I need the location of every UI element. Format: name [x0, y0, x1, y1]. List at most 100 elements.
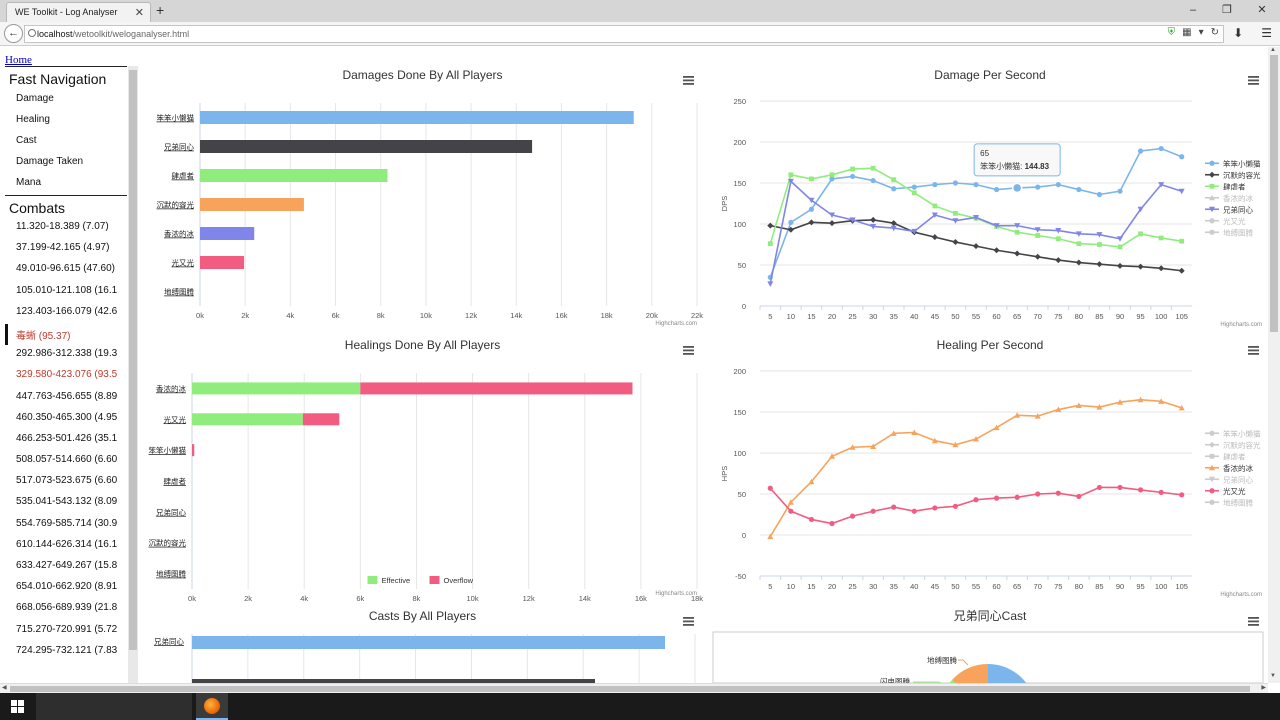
shield-icon[interactable]: ⛨ [1168, 27, 1176, 38]
highcharts-credits[interactable]: Highcharts.com [655, 591, 697, 597]
bar-overflow[interactable] [192, 444, 195, 457]
data-point[interactable] [1035, 491, 1041, 497]
data-point[interactable] [1117, 188, 1123, 194]
data-point[interactable] [891, 177, 897, 183]
data-point[interactable] [1179, 238, 1185, 244]
combat-item[interactable]: 654.010-662.920 (8.91 [5, 578, 127, 599]
data-point[interactable] [1117, 262, 1123, 269]
data-point[interactable] [1055, 490, 1061, 496]
data-point[interactable] [911, 184, 917, 190]
page-scrollbar[interactable]: ▲ ▼ [1268, 47, 1280, 683]
data-point[interactable] [1096, 261, 1103, 268]
combat-item[interactable]: 447.763-456.655 (8.89 [5, 388, 127, 409]
combat-item[interactable]: 11.320-18.389 (7.07) [5, 218, 127, 239]
bar[interactable] [200, 111, 634, 124]
data-point[interactable] [1055, 257, 1062, 264]
data-point[interactable] [1096, 191, 1103, 198]
combat-item[interactable]: 292.986-312.338 (19.3 [5, 345, 127, 366]
bar-effective[interactable] [192, 382, 361, 395]
legend-label[interactable]: 肆虐者 [1223, 181, 1246, 191]
sidebar-scrollbar[interactable] [128, 66, 138, 683]
category-label[interactable]: 兄弟同心 [164, 142, 194, 152]
firefox-taskbar-button[interactable] [196, 693, 228, 720]
data-point[interactable] [1055, 236, 1061, 242]
nav-item-damage[interactable]: Damage [5, 89, 127, 110]
data-point[interactable] [849, 513, 856, 519]
highcharts-credits[interactable]: Highcharts.com [1220, 322, 1262, 328]
legend-label[interactable]: 光又光 [1223, 486, 1246, 496]
legend-marker[interactable] [1209, 453, 1215, 459]
legend-label[interactable]: Effective [382, 576, 411, 585]
legend-marker[interactable] [1209, 488, 1215, 494]
legend-label[interactable]: 沉默的容光 [1223, 170, 1261, 180]
data-point[interactable] [1117, 244, 1123, 250]
nav-item-mana[interactable]: Mana [5, 173, 127, 194]
nav-item-healing[interactable]: Healing [5, 110, 127, 131]
legend-item[interactable]: 香浓的冰 [1205, 193, 1253, 203]
home-link[interactable]: Home [5, 54, 32, 66]
legend-marker[interactable] [1209, 160, 1215, 166]
bar-effective[interactable] [192, 413, 303, 426]
legend-marker[interactable] [1209, 171, 1215, 178]
chart-menu-icon[interactable] [1248, 617, 1259, 626]
combat-item[interactable]: 715.270-720.991 (5.72 [5, 621, 127, 642]
data-point[interactable] [788, 508, 794, 514]
data-point[interactable] [891, 504, 897, 510]
combat-item[interactable]: 724.295-732.121 (7.83 [5, 642, 127, 663]
legend-item[interactable]: 沉默的容光 [1205, 170, 1261, 180]
close-tab-icon[interactable]: ✕ [135, 6, 144, 19]
combat-item[interactable]: 466.253-501.426 (35.1 [5, 430, 127, 451]
data-point[interactable] [767, 281, 774, 287]
combat-item[interactable]: 460.350-465.300 (4.95 [5, 409, 127, 430]
reload-icon[interactable]: ↻ [1211, 27, 1219, 38]
legend-marker[interactable] [1209, 183, 1215, 189]
data-point[interactable] [911, 508, 917, 514]
legend-label[interactable]: 笨笨小懒猫 [1223, 428, 1261, 438]
combat-item[interactable]: 517.073-523.675 (6.60 [5, 472, 127, 493]
legend-item[interactable]: 笨笨小懒猫 [1205, 428, 1261, 438]
data-point[interactable] [1179, 492, 1185, 498]
combat-item[interactable]: 105.010-121.108 (16.1 [5, 282, 127, 303]
browser-tab[interactable]: WE Toolkit - Log Analyser ✕ [6, 2, 151, 22]
bar[interactable] [192, 636, 665, 649]
data-point[interactable] [1096, 484, 1103, 491]
nav-item-damage-taken[interactable]: Damage Taken [5, 152, 127, 173]
data-point[interactable] [1034, 253, 1041, 260]
highcharts-credits[interactable]: Highcharts.com [655, 321, 697, 327]
data-point[interactable] [808, 516, 815, 523]
highcharts-credits[interactable]: Highcharts.com [1220, 592, 1262, 598]
data-point[interactable] [767, 241, 773, 247]
data-point[interactable] [788, 172, 794, 178]
legend-label[interactable]: 香浓的冰 [1223, 463, 1253, 473]
windows-start-icon[interactable] [0, 693, 34, 720]
category-label[interactable]: 光又光 [172, 258, 195, 268]
legend-label[interactable]: 地缚图腾 [1223, 227, 1253, 237]
data-point[interactable] [973, 243, 979, 250]
data-point[interactable] [1178, 188, 1185, 195]
combat-item[interactable]: 37.199-42.165 (4.97) [5, 239, 127, 260]
legend-item[interactable]: 地缚图腾 [1205, 497, 1253, 507]
combat-item[interactable]: 329.580-423.076 (93.5 [5, 366, 127, 387]
legend-label[interactable]: 沉默的容光 [1223, 440, 1261, 450]
data-point[interactable] [809, 176, 814, 182]
data-point[interactable] [1076, 493, 1082, 500]
data-point[interactable] [829, 172, 835, 178]
legend-label[interactable]: 地缚图腾 [1223, 497, 1253, 507]
data-point[interactable] [973, 436, 979, 442]
legend-item[interactable]: 地缚图腾 [1205, 227, 1253, 237]
data-point[interactable] [952, 503, 959, 509]
combat-item[interactable]: 毒蜥 (95.37) [5, 323, 127, 346]
legend-marker[interactable] [1209, 218, 1215, 224]
site-info-icon[interactable] [28, 29, 36, 37]
category-label[interactable]: 肆虐者 [164, 476, 187, 486]
combat-item[interactable]: 668.056-689.939 (21.8 [5, 599, 127, 620]
data-point[interactable] [890, 220, 897, 227]
legend-label[interactable]: 笨笨小懒猫 [1223, 158, 1261, 168]
chart-menu-icon[interactable] [683, 346, 694, 355]
bar[interactable] [200, 256, 245, 269]
back-arrow-icon[interactable]: ← [4, 24, 23, 43]
chart-menu-icon[interactable] [1248, 76, 1259, 85]
data-point[interactable] [1137, 148, 1144, 154]
data-point[interactable] [891, 186, 897, 192]
data-point[interactable] [932, 203, 938, 209]
